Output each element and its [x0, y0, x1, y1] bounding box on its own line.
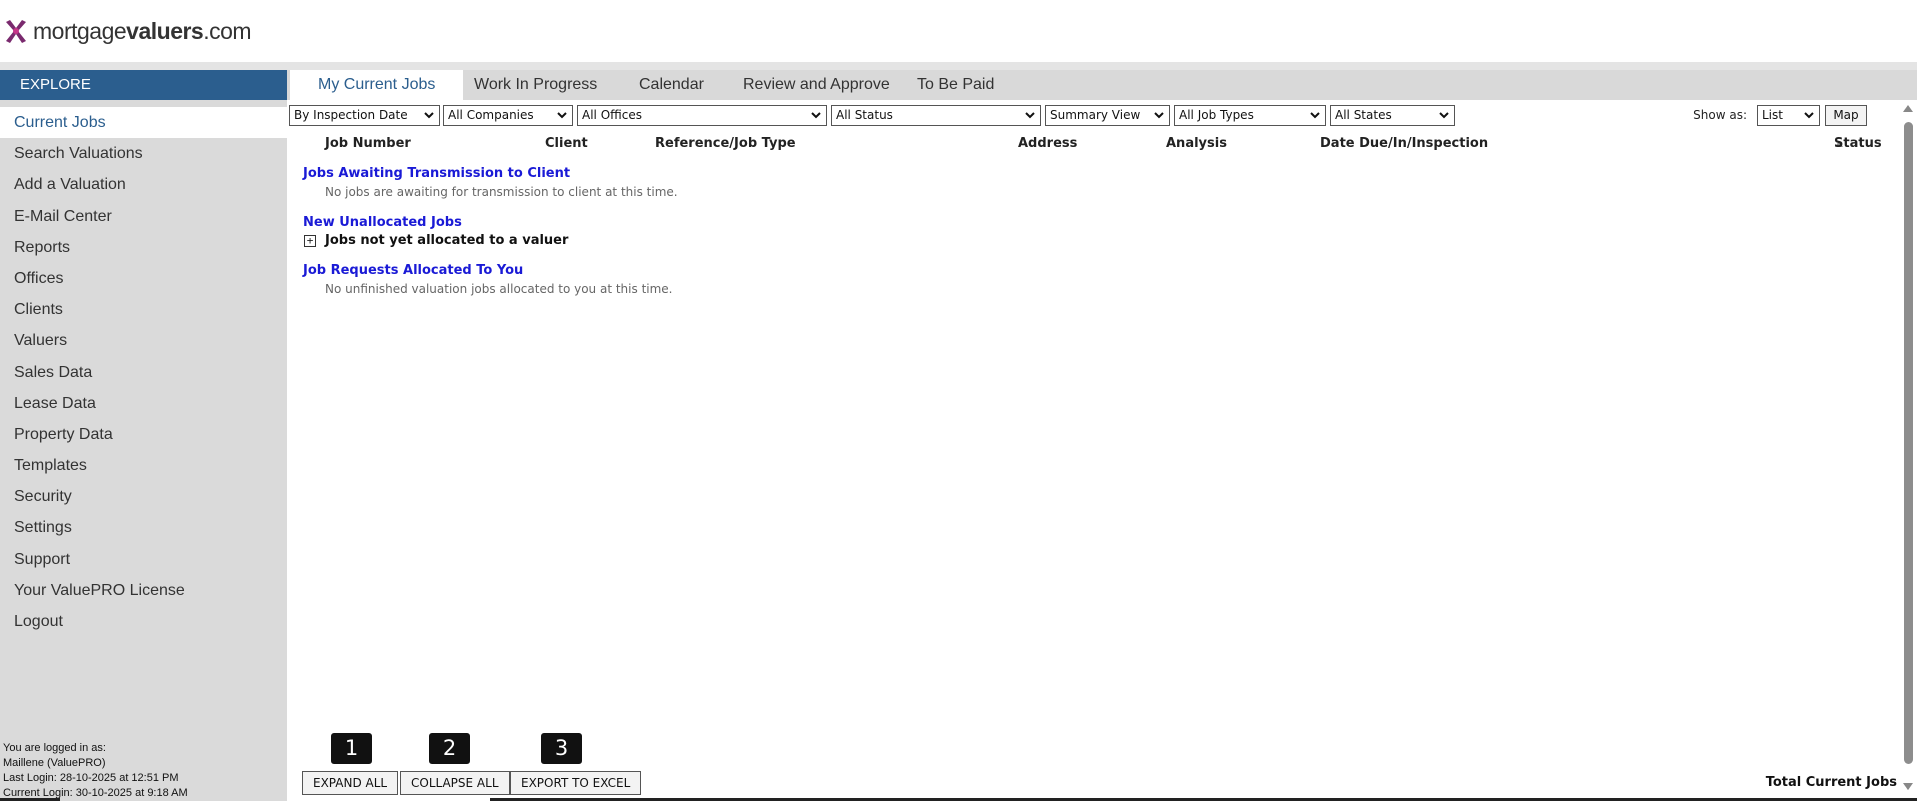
chevron-down-icon — [557, 112, 567, 119]
brand-logo[interactable]: mortgagevaluers.com — [3, 18, 252, 45]
sidebar-item-search-valuations[interactable]: Search Valuations — [0, 138, 287, 169]
tab-work-in-progress[interactable]: Work In Progress — [446, 70, 625, 100]
export-to-excel-button[interactable]: EXPORT TO EXCEL — [510, 771, 642, 795]
scrollbar[interactable] — [1900, 100, 1917, 801]
chevron-down-icon — [1804, 112, 1814, 119]
companies-select[interactable]: All Companies — [443, 105, 573, 126]
tab-bar: My Current Jobs Work In Progress Calenda… — [287, 70, 1917, 100]
view-select[interactable]: Summary View — [1045, 105, 1170, 126]
chevron-down-icon — [1025, 112, 1035, 119]
col-analysis[interactable]: Analysis — [1166, 136, 1227, 151]
login-user: Maillene (ValuePRO) — [3, 757, 106, 769]
badge-2: 2 — [429, 733, 470, 764]
sidebar-item-property-data[interactable]: Property Data — [0, 419, 287, 450]
column-headers: Job Number Client Reference/Job Type Add… — [287, 136, 1887, 154]
sidebar-header: EXPLORE — [0, 70, 287, 100]
mortgagevaluers-logo-icon — [6, 19, 26, 43]
scroll-down-icon[interactable] — [1903, 783, 1913, 791]
login-label: You are logged in as: — [3, 742, 106, 754]
show-as-label: Show as: — [1693, 108, 1747, 122]
unallocated-jobs-group[interactable]: Jobs not yet allocated to a valuer — [325, 233, 568, 248]
sidebar-item-current-jobs[interactable]: Current Jobs — [0, 107, 287, 139]
chevron-down-icon — [424, 112, 434, 119]
sidebar-item-reports[interactable]: Reports — [0, 232, 287, 263]
sidebar-item-logout[interactable]: Logout — [0, 606, 287, 637]
job-types-select[interactable]: All Job Types — [1174, 105, 1326, 126]
tab-to-be-paid[interactable]: To Be Paid — [889, 70, 1022, 100]
sidebar-nav: Current Jobs Search Valuations Add a Val… — [0, 107, 287, 637]
sidebar-item-lease-data[interactable]: Lease Data — [0, 388, 287, 419]
map-button[interactable]: Map — [1825, 105, 1867, 126]
chevron-down-icon — [811, 112, 821, 119]
show-as-select[interactable]: List — [1757, 105, 1820, 126]
col-reference[interactable]: Reference/Job Type — [655, 136, 796, 151]
awaiting-transmission-title[interactable]: Jobs Awaiting Transmission to Client — [303, 166, 570, 181]
badge-1: 1 — [331, 733, 372, 764]
allocated-jobs-msg: No unfinished valuation jobs allocated t… — [325, 282, 673, 296]
header: mortgagevaluers.com — [0, 0, 1917, 62]
badge-3: 3 — [541, 733, 582, 764]
col-status[interactable]: Status — [1834, 136, 1882, 151]
sidebar-item-settings[interactable]: Settings — [0, 512, 287, 543]
scrollbar-thumb[interactable] — [1904, 122, 1913, 764]
col-job-number[interactable]: Job Number — [325, 136, 411, 151]
sidebar-item-offices[interactable]: Offices — [0, 263, 287, 294]
sidebar-item-clients[interactable]: Clients — [0, 294, 287, 325]
tab-calendar[interactable]: Calendar — [611, 70, 732, 100]
col-client[interactable]: Client — [545, 136, 588, 151]
states-select[interactable]: All States — [1330, 105, 1455, 126]
awaiting-transmission-msg: No jobs are awaiting for transmission to… — [325, 185, 678, 199]
brand-name: mortgagevaluers.com — [33, 18, 252, 44]
allocated-jobs-title[interactable]: Job Requests Allocated To You — [303, 263, 523, 278]
sort-select[interactable]: By Inspection Date — [289, 105, 440, 126]
tab-my-current-jobs[interactable]: My Current Jobs — [290, 70, 464, 100]
sidebar-item-add-valuation[interactable]: Add a Valuation — [0, 169, 287, 200]
chevron-down-icon — [1310, 112, 1320, 119]
expand-icon[interactable]: + — [304, 235, 316, 247]
tab-review-and-approve[interactable]: Review and Approve — [715, 70, 918, 100]
login-info: You are logged in as: Maillene (ValuePRO… — [3, 741, 188, 801]
collapse-all-button[interactable]: COLLAPSE ALL — [400, 771, 510, 795]
col-address[interactable]: Address — [1018, 136, 1077, 151]
offices-select[interactable]: All Offices — [577, 105, 827, 126]
unallocated-jobs-title[interactable]: New Unallocated Jobs — [303, 215, 462, 230]
sidebar-item-security[interactable]: Security — [0, 481, 287, 512]
sidebar-item-sales-data[interactable]: Sales Data — [0, 357, 287, 388]
sidebar-item-license[interactable]: Your ValuePRO License — [0, 575, 287, 606]
main-content: My Current Jobs Work In Progress Calenda… — [287, 70, 1917, 801]
col-date[interactable]: Date Due/In/Inspection — [1320, 136, 1488, 151]
expand-all-button[interactable]: EXPAND ALL — [302, 771, 399, 795]
sidebar-item-support[interactable]: Support — [0, 544, 287, 575]
chevron-down-icon — [1154, 112, 1164, 119]
sidebar-item-valuers[interactable]: Valuers — [0, 325, 287, 356]
header-divider — [0, 62, 1917, 70]
sidebar: EXPLORE Current Jobs Search Valuations A… — [0, 70, 287, 801]
scroll-up-icon[interactable] — [1903, 105, 1913, 112]
status-select[interactable]: All Status — [831, 105, 1041, 126]
sidebar-item-email-center[interactable]: E-Mail Center — [0, 201, 287, 232]
chevron-down-icon — [1439, 112, 1449, 119]
total-current-jobs: Total Current Jobs — [1765, 775, 1897, 790]
sidebar-item-templates[interactable]: Templates — [0, 450, 287, 481]
last-login: Last Login: 28-10-2025 at 12:51 PM — [3, 772, 179, 784]
